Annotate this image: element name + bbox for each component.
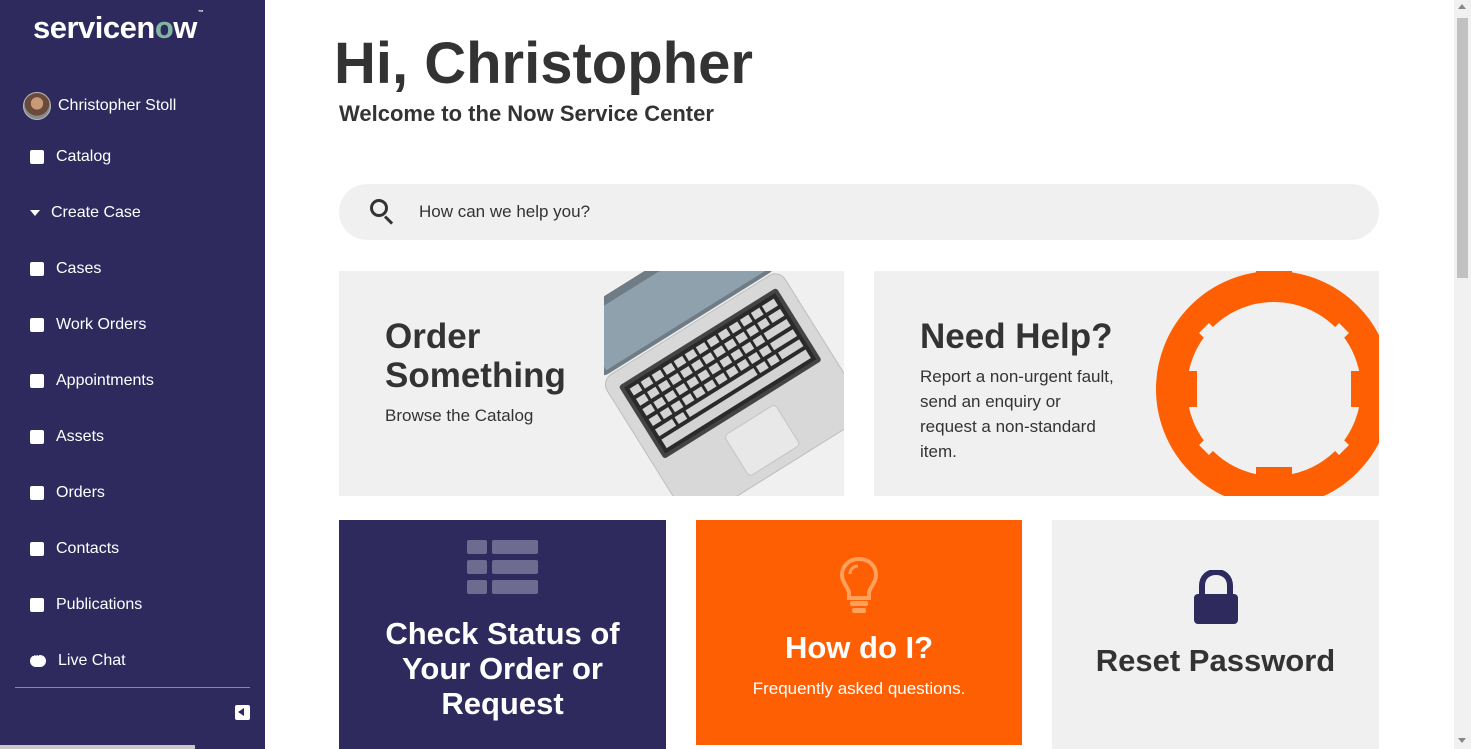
check-status-title-line: Your Order or — [402, 651, 603, 687]
checkbox-icon — [30, 318, 44, 332]
sidebar-item-label: Assets — [56, 428, 105, 445]
order-card-title-line: Order — [385, 317, 481, 356]
sidebar-item-cases[interactable]: Cases — [30, 257, 101, 281]
help-card-description-line: item. — [920, 441, 957, 461]
sidebar-item-label: Appointments — [56, 372, 154, 389]
check-status-title-line: Check Status of — [385, 616, 620, 651]
scroll-up-arrow-icon[interactable] — [1458, 4, 1466, 9]
sidebar-item-work-orders[interactable]: Work Orders — [30, 313, 146, 337]
logo-trademark: ™ — [197, 10, 204, 16]
sidebar-item-contacts[interactable]: Contacts — [30, 537, 119, 561]
help-card-description-line: Report a non-urgent fault, — [920, 367, 1114, 386]
sidebar-item-label: Contacts — [56, 540, 120, 557]
user-profile[interactable]: Christopher Stoll — [23, 92, 176, 120]
help-card-description-line: send an enquiry or — [920, 391, 1061, 411]
check-status-title-line: Request — [441, 686, 564, 722]
logo-text-end: w — [173, 10, 197, 45]
sidebar-item-label: Create Case — [51, 204, 141, 221]
order-card-title-line: Something — [385, 356, 566, 396]
welcome-subtitle: Welcome to the Now Service Center — [339, 101, 714, 126]
reset-password-tile[interactable]: Reset Password — [1052, 520, 1379, 749]
order-something-card[interactable]: Order Something Browse the Catalog — [339, 271, 844, 496]
sidebar-item-label: Cases — [56, 260, 102, 277]
need-help-card[interactable]: Need Help? Report a non-urgent fault, se… — [874, 271, 1379, 496]
sidebar-item-catalog[interactable]: Catalog — [30, 145, 111, 169]
sidebar: servicenow™ Christopher Stoll Catalog Cr… — [0, 0, 265, 749]
user-name: Christopher Stoll — [58, 97, 177, 114]
sidebar-item-orders[interactable]: Orders — [30, 481, 105, 505]
search-input[interactable] — [419, 202, 1319, 222]
order-card-title: Order Something — [385, 317, 566, 395]
how-do-i-subtitle: Frequently asked questions. — [752, 679, 966, 698]
checkbox-icon — [30, 486, 44, 500]
check-status-tile[interactable]: Check Status of Your Order or Request — [339, 520, 666, 749]
scrollbar-thumb[interactable] — [1457, 18, 1468, 278]
checkbox-icon — [30, 262, 44, 276]
checkbox-icon — [30, 542, 44, 556]
lifebuoy-icon — [1156, 271, 1379, 496]
how-do-i-title: How do I? — [784, 630, 934, 665]
sidebar-item-publications[interactable]: Publications — [30, 593, 142, 617]
logo-text-start: servicen — [33, 10, 155, 45]
logo-text-o: o — [154, 10, 174, 45]
sidebar-item-label: Publications — [56, 596, 143, 613]
sidebar-item-label: Work Orders — [56, 316, 147, 333]
scroll-down-arrow-icon[interactable] — [1458, 738, 1466, 743]
sidebar-item-assets[interactable]: Assets — [30, 425, 104, 449]
collapse-sidebar-icon[interactable] — [235, 705, 250, 720]
search-icon[interactable] — [370, 199, 396, 225]
how-do-i-tile[interactable]: How do I? Frequently asked questions. — [696, 520, 1022, 745]
horizontal-scrollbar[interactable] — [0, 745, 195, 749]
help-card-title: Need Help? — [920, 317, 1113, 356]
sidebar-item-create-case[interactable]: Create Case — [30, 201, 141, 225]
list-icon — [467, 540, 539, 596]
chat-icon — [30, 650, 46, 667]
lightbulb-icon — [839, 556, 879, 613]
reset-password-title: Reset Password — [1095, 643, 1336, 678]
check-status-title: Check Status of Your Order or Request — [339, 616, 666, 721]
order-card-subtitle: Browse the Catalog — [385, 406, 534, 425]
checkbox-icon — [30, 374, 44, 388]
sidebar-item-label: Orders — [56, 484, 105, 501]
sidebar-item-label: Live Chat — [58, 652, 126, 669]
sidebar-divider — [15, 687, 250, 688]
checkbox-icon — [30, 598, 44, 612]
help-card-description: Report a non-urgent fault, send an enqui… — [920, 365, 1114, 465]
checkbox-icon — [30, 150, 44, 164]
checkbox-icon — [30, 430, 44, 444]
help-card-description-line: request a non-standard — [920, 416, 1096, 436]
sidebar-item-appointments[interactable]: Appointments — [30, 369, 154, 393]
lock-icon — [1194, 570, 1238, 624]
page-title: Hi, Christopher — [334, 31, 753, 96]
sidebar-item-live-chat[interactable]: Live Chat — [30, 649, 126, 673]
vertical-scrollbar[interactable] — [1454, 0, 1471, 749]
avatar — [23, 92, 51, 120]
search-bar[interactable] — [339, 184, 1379, 240]
sidebar-item-label: Catalog — [56, 148, 112, 165]
servicenow-logo[interactable]: servicenow™ — [33, 10, 204, 46]
caret-down-icon — [30, 210, 40, 216]
laptop-illustration — [604, 271, 844, 496]
